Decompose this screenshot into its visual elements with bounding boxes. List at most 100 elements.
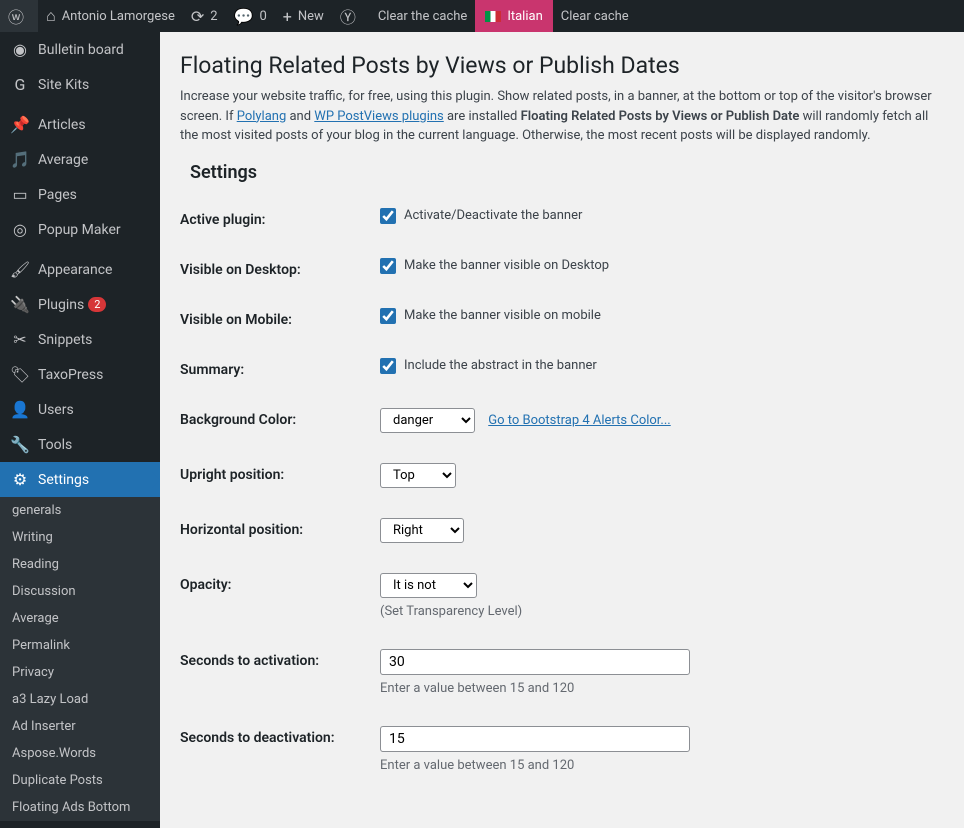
- refresh[interactable]: ⟳2: [183, 0, 226, 32]
- label-summary: Summary:: [180, 358, 380, 378]
- field-visible-mobile[interactable]: Make the banner visible on mobile: [380, 308, 944, 324]
- submenu-privacy[interactable]: Privacy: [0, 659, 160, 686]
- row-seconds-activation: Seconds to activation: Enter a value bet…: [180, 634, 944, 711]
- wrench-icon: 🔧: [10, 435, 30, 454]
- sidebar-item-site-kits[interactable]: GSite Kits: [0, 67, 160, 102]
- field-visible-desktop[interactable]: Make the banner visible on Desktop: [380, 258, 944, 274]
- row-visible-mobile: Visible on Mobile: Make the banner visib…: [180, 293, 944, 343]
- refresh-icon: ⟳: [191, 7, 204, 26]
- brush-icon: 🖌: [10, 260, 30, 279]
- user-icon: 👤: [10, 400, 30, 419]
- sidebar-item-snippets[interactable]: ✂Snippets: [0, 322, 160, 357]
- plugins-badge: 2: [88, 297, 106, 312]
- input-seconds-activation[interactable]: [380, 649, 690, 675]
- admin-toolbar: ⓦ ⌂Antonio Lamorgese ⟳2 💬0 +New Ⓨ Clear …: [0, 0, 964, 32]
- row-upright: Upright position: Top: [180, 448, 944, 503]
- submenu-a3-lazy-load[interactable]: a3 Lazy Load: [0, 686, 160, 713]
- sidebar-item-average[interactable]: 🎵Average: [0, 142, 160, 177]
- label-seconds-deactivation: Seconds to deactivation:: [180, 726, 380, 746]
- wordpress-icon: ⓦ: [8, 4, 24, 28]
- dashboard-icon: ◉: [10, 40, 30, 59]
- checkbox-active-plugin[interactable]: [380, 208, 396, 224]
- page-title: Floating Related Posts by Views or Publi…: [180, 52, 944, 79]
- sidebar-item-plugins[interactable]: 🔌Plugins2: [0, 287, 160, 322]
- settings-submenu: generals Writing Reading Discussion Aver…: [0, 497, 160, 821]
- help-seconds-deactivation: Enter a value between 15 and 120: [380, 758, 944, 773]
- clear-cache-1[interactable]: Clear the cache: [370, 0, 475, 32]
- help-seconds-activation: Enter a value between 15 and 120: [380, 681, 944, 696]
- sidebar-item-articles[interactable]: 📌Articles: [0, 107, 160, 142]
- input-seconds-deactivation[interactable]: [380, 726, 690, 752]
- field-active-plugin[interactable]: Activate/Deactivate the banner: [380, 208, 944, 224]
- submenu-aspose-words[interactable]: Aspose.Words: [0, 740, 160, 767]
- submenu-writing[interactable]: Writing: [0, 524, 160, 551]
- page-description: Increase your website traffic, for free,…: [180, 87, 944, 146]
- label-upright: Upright position:: [180, 463, 380, 483]
- row-bg-color: Background Color: danger Go to Bootstrap…: [180, 393, 944, 448]
- label-opacity: Opacity:: [180, 573, 380, 593]
- wp-logo[interactable]: ⓦ: [0, 0, 38, 32]
- row-opacity: Opacity: It is not (Set Transparency Lev…: [180, 558, 944, 634]
- language-italian[interactable]: Italian: [475, 0, 552, 32]
- yoast[interactable]: Ⓨ: [332, 0, 370, 32]
- plus-icon: +: [283, 7, 292, 26]
- submenu-permalink[interactable]: Permalink: [0, 632, 160, 659]
- sidebar-item-tools[interactable]: 🔧Tools: [0, 427, 160, 462]
- select-upright[interactable]: Top: [380, 463, 456, 488]
- checkbox-summary[interactable]: [380, 358, 396, 374]
- label-bg-color: Background Color:: [180, 408, 380, 428]
- home-icon: ⌂: [46, 6, 56, 26]
- main-content: Floating Related Posts by Views or Publi…: [160, 32, 964, 828]
- select-opacity[interactable]: It is not: [380, 573, 477, 598]
- admin-sidebar: ◉Bulletin board GSite Kits 📌Articles 🎵Av…: [0, 32, 160, 828]
- sidebar-item-users[interactable]: 👤Users: [0, 392, 160, 427]
- sidebar-item-bulletin-board[interactable]: ◉Bulletin board: [0, 32, 160, 67]
- sliders-icon: ⚙: [10, 470, 30, 489]
- settings-form: Active plugin: Activate/Deactivate the b…: [180, 193, 944, 788]
- row-horizontal: Horizontal position: Right: [180, 503, 944, 558]
- row-visible-desktop: Visible on Desktop: Make the banner visi…: [180, 243, 944, 293]
- pages-icon: ▭: [10, 185, 30, 204]
- yoast-icon: Ⓨ: [340, 4, 356, 28]
- select-horizontal[interactable]: Right: [380, 518, 464, 543]
- help-opacity: (Set Transparency Level): [380, 604, 944, 619]
- polylang-link[interactable]: Polylang: [237, 109, 287, 124]
- pin-icon: 📌: [10, 115, 30, 134]
- submenu-generals[interactable]: generals: [0, 497, 160, 524]
- scissors-icon: ✂: [10, 330, 30, 349]
- submenu-reading[interactable]: Reading: [0, 551, 160, 578]
- row-seconds-deactivation: Seconds to deactivation: Enter a value b…: [180, 711, 944, 788]
- sidebar-item-taxopress[interactable]: 🏷TaxoPress: [0, 357, 160, 392]
- field-summary[interactable]: Include the abstract in the banner: [380, 358, 944, 374]
- checkbox-visible-mobile[interactable]: [380, 308, 396, 324]
- select-bg-color[interactable]: danger: [380, 408, 475, 433]
- bootstrap-colors-link[interactable]: Go to Bootstrap 4 Alerts Color...: [488, 413, 670, 428]
- target-icon: ◎: [10, 220, 30, 239]
- checkbox-visible-desktop[interactable]: [380, 258, 396, 274]
- wp-postviews-link[interactable]: WP PostViews plugins: [314, 109, 443, 124]
- label-visible-desktop: Visible on Desktop:: [180, 258, 380, 278]
- submenu-duplicate-posts[interactable]: Duplicate Posts: [0, 767, 160, 794]
- sidebar-item-appearance[interactable]: 🖌Appearance: [0, 252, 160, 287]
- italy-flag-icon: [485, 11, 501, 22]
- plug-icon: 🔌: [10, 295, 30, 314]
- submenu-ad-inserter[interactable]: Ad Inserter: [0, 713, 160, 740]
- new[interactable]: +New: [275, 0, 332, 32]
- sidebar-item-pages[interactable]: ▭Pages: [0, 177, 160, 212]
- settings-heading: Settings: [190, 162, 944, 183]
- sidebar-item-popup-maker[interactable]: ◎Popup Maker: [0, 212, 160, 247]
- tag-icon: 🏷: [10, 365, 30, 384]
- clear-cache-2[interactable]: Clear cache: [553, 0, 637, 32]
- media-icon: 🎵: [10, 150, 30, 169]
- comments[interactable]: 💬0: [226, 0, 275, 32]
- label-seconds-activation: Seconds to activation:: [180, 649, 380, 669]
- sidebar-item-settings[interactable]: ⚙Settings: [0, 462, 160, 497]
- submenu-average[interactable]: Average: [0, 605, 160, 632]
- comment-icon: 💬: [234, 7, 254, 26]
- submenu-floating-ads[interactable]: Floating Ads Bottom: [0, 794, 160, 821]
- site-name[interactable]: ⌂Antonio Lamorgese: [38, 0, 183, 32]
- google-icon: G: [10, 75, 30, 94]
- row-active-plugin: Active plugin: Activate/Deactivate the b…: [180, 193, 944, 243]
- label-horizontal: Horizontal position:: [180, 518, 380, 538]
- submenu-discussion[interactable]: Discussion: [0, 578, 160, 605]
